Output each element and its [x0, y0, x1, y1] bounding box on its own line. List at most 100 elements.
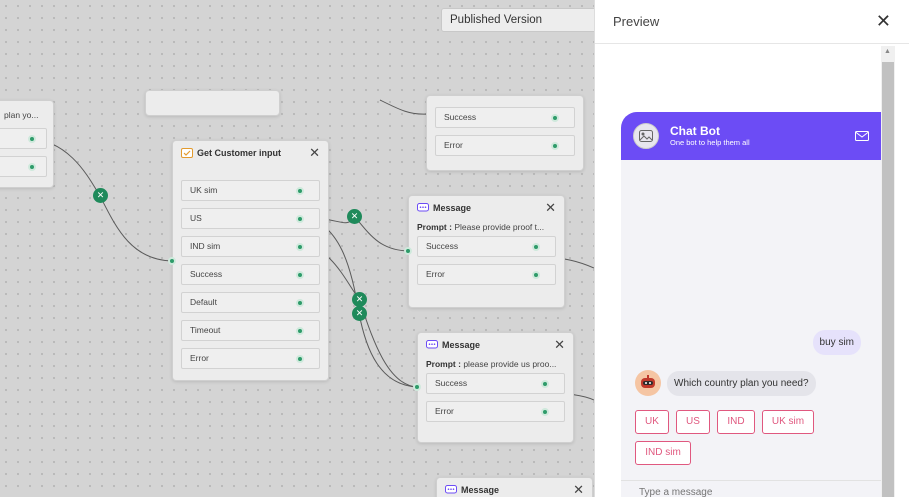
delete-connection-icon[interactable]: ✕ — [352, 292, 367, 307]
quick-reply-uk[interactable]: UK — [635, 410, 669, 434]
node-header: Message ✕ — [409, 196, 564, 220]
preview-title: Preview — [613, 14, 660, 29]
output-port[interactable] — [532, 243, 540, 251]
prompt-label: Prompt : — [417, 222, 452, 232]
chat-header: Chat Bot One bot to help them all — [621, 112, 881, 160]
node-header: Message ✕ — [437, 478, 592, 497]
output-error[interactable]: Error — [181, 348, 320, 369]
output-success[interactable]: Success — [417, 236, 556, 257]
input-port[interactable] — [413, 383, 421, 391]
scrollbar[interactable]: ▲ — [881, 46, 895, 497]
partial-node-label: plan yo... — [4, 110, 39, 120]
output-port[interactable] — [551, 114, 559, 122]
output-error[interactable]: Error — [435, 135, 575, 156]
output-timeout[interactable]: Timeout — [181, 320, 320, 341]
output-ind-sim[interactable]: IND sim — [181, 236, 320, 257]
flow-canvas[interactable]: plan yo... Success Error Get Customer in… — [0, 0, 594, 497]
quick-reply-ind[interactable]: IND — [717, 410, 755, 434]
partial-node-left[interactable]: plan yo... — [0, 100, 54, 188]
user-message-bubble: buy sim — [812, 330, 861, 355]
output-error[interactable]: Error — [417, 264, 556, 285]
output-success[interactable]: Success — [426, 373, 565, 394]
output-label: Error — [435, 406, 454, 416]
close-icon[interactable]: ✕ — [545, 200, 556, 216]
input-port[interactable] — [404, 247, 412, 255]
node-top-right[interactable]: Success Error — [426, 95, 584, 171]
output-default[interactable]: Default — [181, 292, 320, 313]
node-prompt: Prompt : Please provide proof t... — [409, 220, 564, 236]
preview-panel: Preview ✕ ▲ Chat Bot One bot to help the… — [594, 0, 909, 497]
node-title: Message — [433, 203, 472, 213]
output-port[interactable] — [296, 215, 304, 223]
output-port[interactable] — [296, 243, 304, 251]
prompt-text: please provide us proo... — [463, 359, 557, 369]
quick-reply-ind-sim[interactable]: IND sim — [635, 441, 691, 465]
output-port[interactable] — [28, 163, 36, 171]
output-label: Success — [426, 241, 459, 251]
chat-title: Chat Bot — [670, 124, 720, 138]
chat-subtitle: One bot to help them all — [670, 138, 750, 147]
delete-connection-icon[interactable]: ✕ — [352, 306, 367, 321]
output-success[interactable]: Success — [435, 107, 575, 128]
node-title: Message — [461, 485, 500, 495]
output-label: Default — [190, 297, 217, 307]
output-error[interactable]: Error — [426, 401, 565, 422]
bot-message-bubble: Which country plan you need? — [667, 371, 816, 396]
output-port[interactable] — [532, 271, 540, 279]
output-port[interactable] — [551, 142, 559, 150]
output-success[interactable]: Success — [181, 264, 320, 285]
partial-output-row[interactable] — [0, 128, 47, 149]
output-port[interactable] — [541, 380, 549, 388]
output-port[interactable] — [296, 299, 304, 307]
output-label: US — [190, 213, 202, 223]
output-label: Success — [190, 269, 223, 279]
scroll-up-arrow-icon[interactable]: ▲ — [884, 48, 891, 55]
output-label: Success — [444, 112, 477, 122]
quick-reply-uk-sim[interactable]: UK sim — [762, 410, 814, 434]
close-icon[interactable]: ✕ — [573, 482, 584, 497]
bot-avatar-icon — [635, 370, 661, 396]
quick-reply-us[interactable]: US — [676, 410, 710, 434]
output-label: Error — [444, 140, 463, 150]
chat-widget: Chat Bot One bot to help them all buy si… — [621, 112, 881, 497]
version-select[interactable]: Published Version — [441, 8, 601, 32]
output-port[interactable] — [296, 327, 304, 335]
partial-node-top[interactable] — [145, 90, 280, 116]
output-port[interactable] — [296, 187, 304, 195]
close-icon[interactable]: ✕ — [309, 145, 320, 161]
mail-icon[interactable] — [855, 131, 869, 141]
chat-input-bar — [621, 480, 881, 497]
output-port[interactable] — [296, 355, 304, 363]
output-uk-sim[interactable]: UK sim — [181, 180, 320, 201]
node-title: Message — [442, 340, 481, 350]
output-label: Error — [190, 353, 209, 363]
close-icon[interactable]: ✕ — [876, 11, 891, 32]
message-icon — [417, 203, 429, 212]
chat-message-input[interactable] — [639, 487, 839, 497]
delete-connection-icon[interactable]: ✕ — [93, 188, 108, 203]
output-label: IND sim — [190, 241, 221, 251]
message-node-1[interactable]: Message ✕ Prompt : Please provide proof … — [408, 195, 565, 308]
partial-output-row[interactable] — [0, 156, 47, 177]
get-customer-input-node[interactable]: Get Customer input ✕ UK sim US IND sim S… — [172, 140, 329, 381]
node-header: Get Customer input ✕ — [173, 141, 328, 165]
prompt-label: Prompt : — [426, 359, 461, 369]
message-node-2[interactable]: Message ✕ Prompt : please provide us pro… — [417, 332, 574, 443]
message-icon — [445, 485, 457, 494]
close-icon[interactable]: ✕ — [554, 337, 565, 353]
prompt-text: Please provide proof t... — [454, 222, 545, 232]
node-header: Message ✕ — [418, 333, 573, 357]
output-port[interactable] — [28, 135, 36, 143]
delete-connection-icon[interactable]: ✕ — [347, 209, 362, 224]
output-us[interactable]: US — [181, 208, 320, 229]
output-label: Success — [435, 378, 468, 388]
input-port[interactable] — [168, 257, 176, 265]
output-port[interactable] — [296, 271, 304, 279]
scroll-thumb[interactable] — [882, 62, 894, 497]
bot-avatar-icon — [633, 123, 659, 149]
output-port[interactable] — [541, 408, 549, 416]
chat-titles: Chat Bot One bot to help them all — [670, 124, 855, 148]
node-title: Get Customer input — [197, 148, 282, 158]
output-label: UK sim — [190, 185, 218, 195]
message-node-3[interactable]: Message ✕ — [436, 477, 593, 497]
